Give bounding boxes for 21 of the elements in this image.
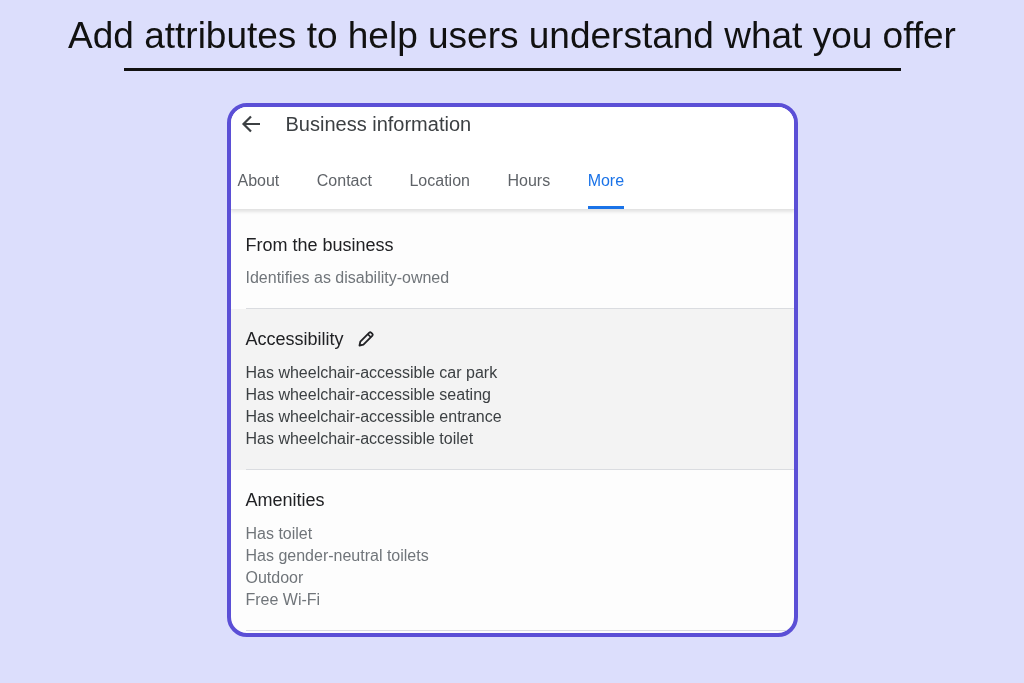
attribute-text: Has wheelchair-accessible car park: [245, 363, 498, 383]
page-heading: Add attributes to help users understand what you offer: [68, 15, 956, 57]
tab[interactable]: Location: [409, 141, 470, 209]
section-title: Accessibility: [245, 328, 344, 350]
tab[interactable]: Hours: [507, 141, 551, 209]
attribute-text: Has wheelchair-accessible toilet: [245, 429, 474, 449]
attribute-text: Free Wi-Fi: [245, 590, 321, 610]
attribute-text: Has toilet: [245, 524, 313, 544]
attribute-text: Has wheelchair-accessible seating: [245, 385, 491, 405]
tab[interactable]: More: [587, 141, 625, 209]
pencil-icon[interactable]: [356, 330, 375, 348]
section-title: From the business: [245, 234, 394, 256]
panel-title: Business information: [285, 112, 472, 136]
attribute-text: Has wheelchair-accessible entrance: [245, 407, 502, 427]
tab[interactable]: About: [237, 141, 280, 209]
back-arrow-icon[interactable]: [240, 115, 261, 133]
attribute-text: Outdoor: [245, 568, 304, 588]
section-title: Amenities: [245, 489, 325, 511]
tab[interactable]: Contact: [316, 141, 372, 209]
attribute-text: Identifies as disability-owned: [245, 268, 450, 288]
attribute-text: Has gender-neutral toilets: [245, 546, 429, 566]
